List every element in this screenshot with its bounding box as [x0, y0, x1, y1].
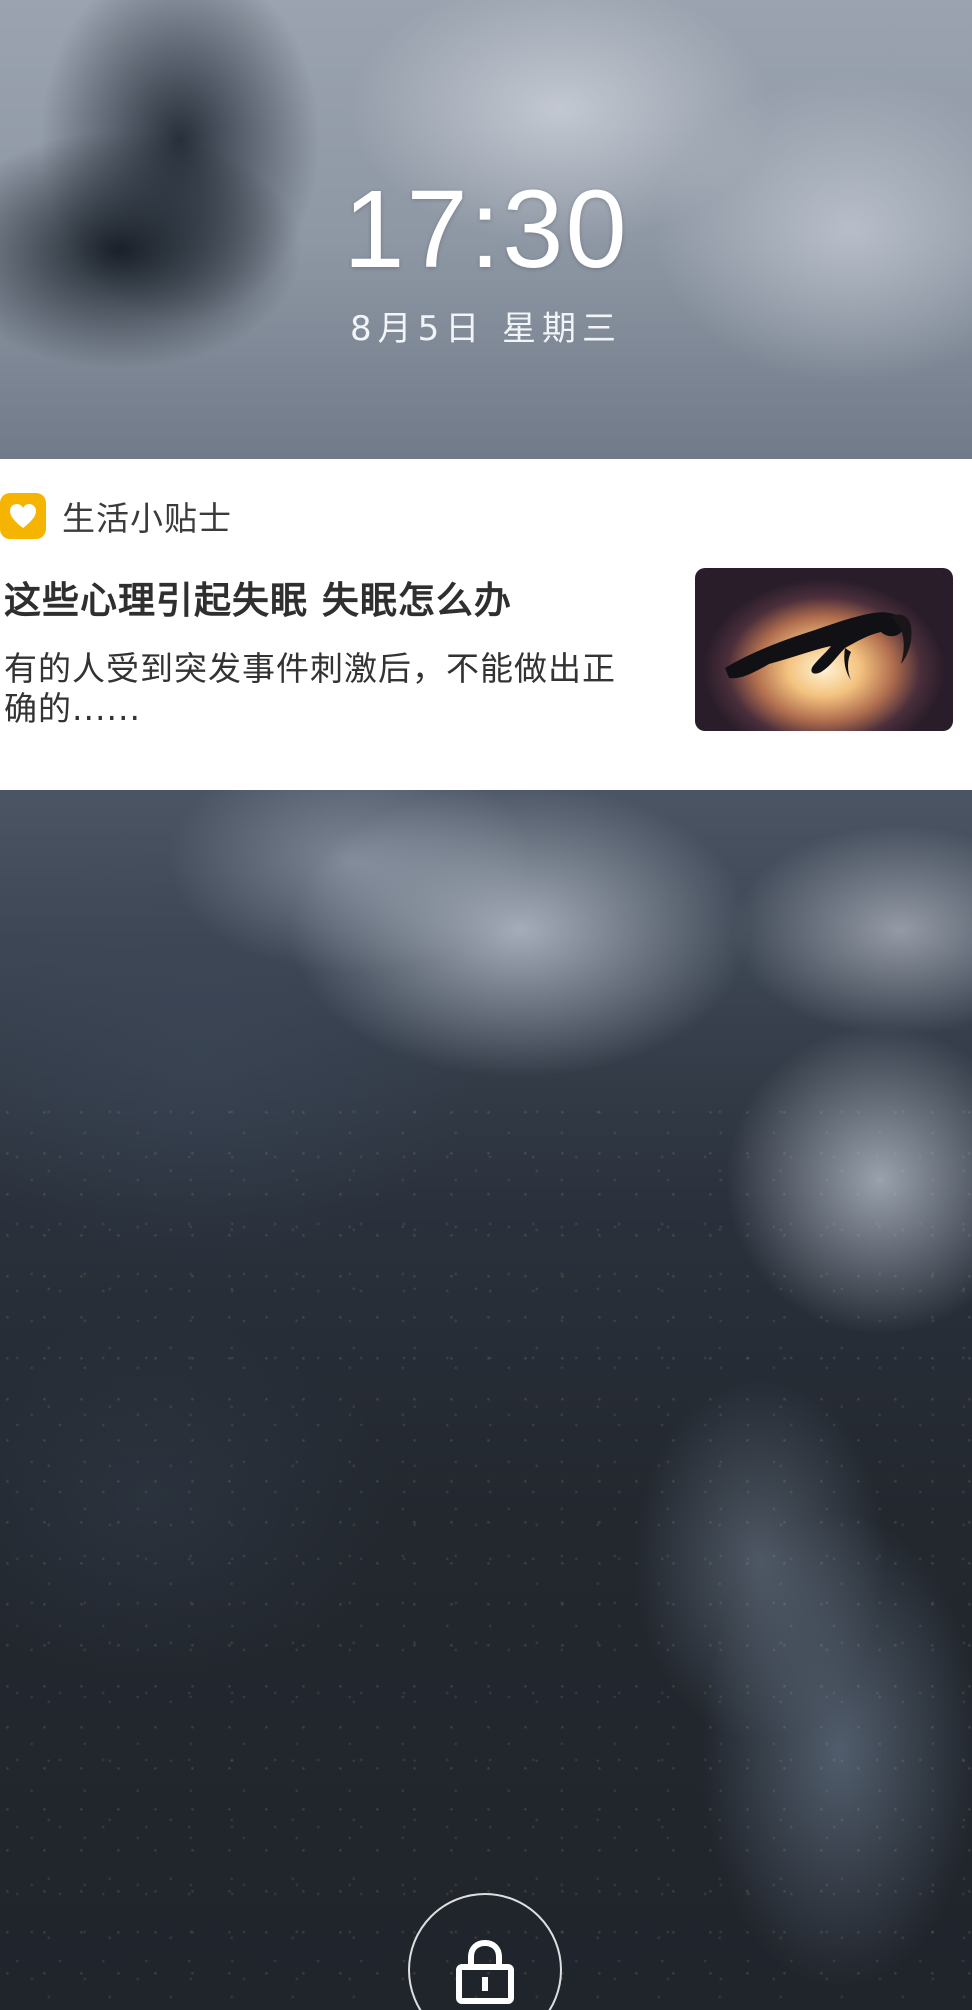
notification-thumbnail: [695, 568, 953, 731]
notification-app-name: 生活小贴士: [62, 499, 232, 538]
clock-date: 8月5日 星期三: [349, 309, 623, 349]
heart-icon: [0, 493, 46, 539]
clock-time: 17:30: [343, 168, 629, 291]
notification-header: 生活小贴士: [0, 491, 232, 541]
notification-title: 这些心理引起失眠 失眠怎么办: [4, 579, 512, 622]
lock-icon: [455, 1939, 515, 2010]
lock-screen: 17:30 8月5日 星期三 生活小贴士 这些心理引起失眠 失眠怎么办 有的人受…: [0, 0, 972, 2010]
wallpaper-speckle: [0, 1100, 972, 2010]
notification-card[interactable]: 生活小贴士 这些心理引起失眠 失眠怎么办 有的人受到突发事件刺激后，不能做出正确…: [0, 459, 972, 790]
notification-body: 有的人受到突发事件刺激后，不能做出正确的......: [4, 649, 616, 728]
